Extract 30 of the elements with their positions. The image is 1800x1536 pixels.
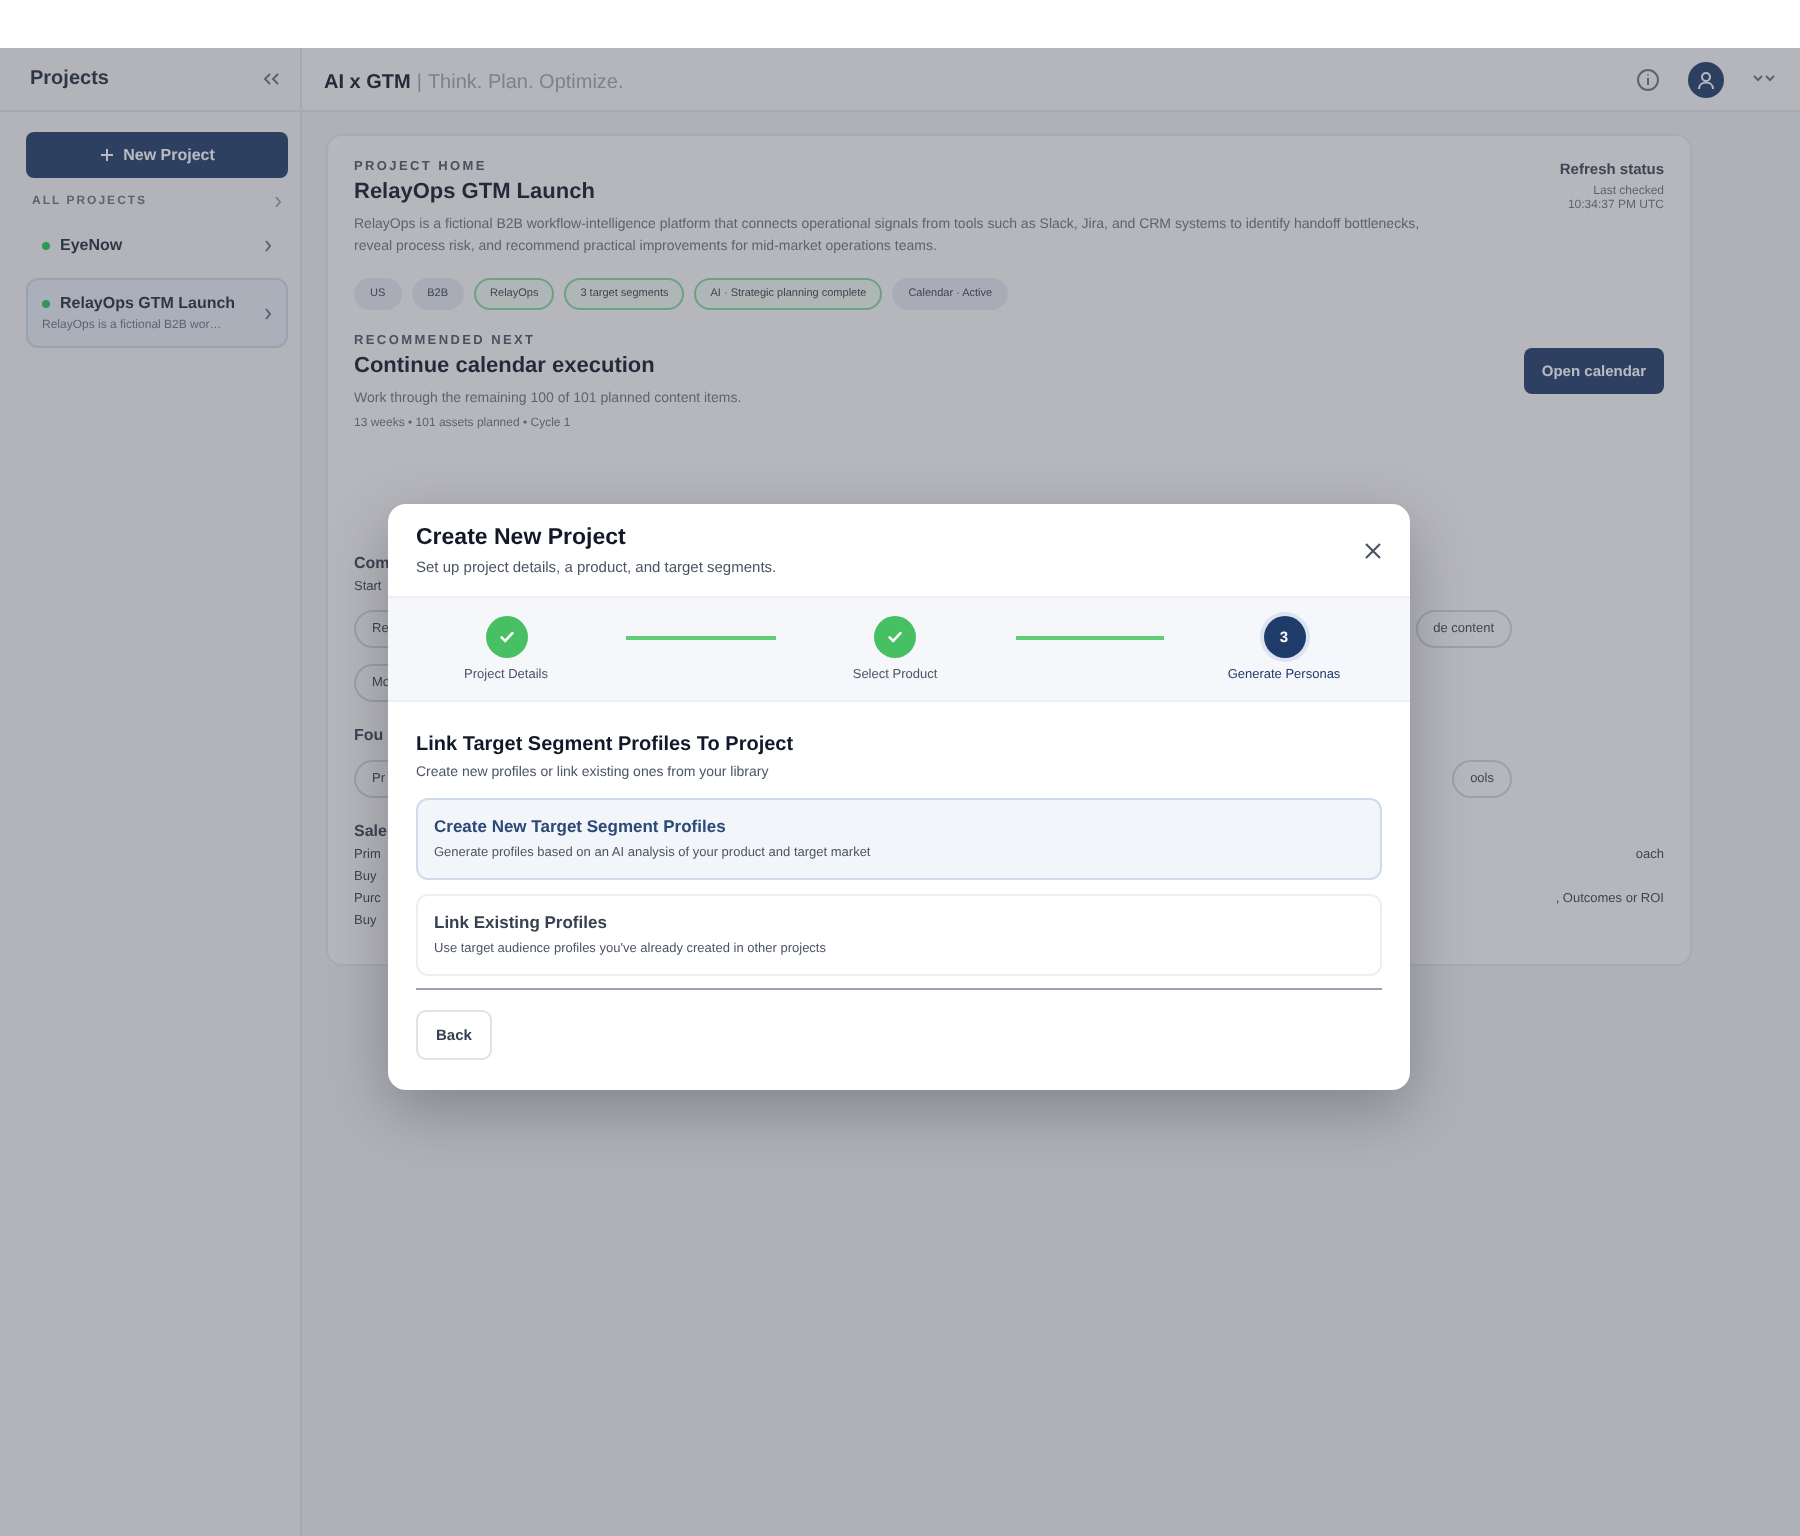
project-item[interactable]: EyeNow bbox=[26, 220, 288, 270]
chevron-icon bbox=[274, 196, 282, 208]
tagline: Think. Plan. Optimize. bbox=[427, 71, 624, 93]
collapse-icon[interactable] bbox=[262, 72, 280, 86]
sidebar-title: Projects bbox=[30, 68, 109, 90]
dialog-title: Create New Project bbox=[416, 526, 628, 550]
recommended-title: Continue calendar execution bbox=[354, 354, 657, 378]
chevron-icon bbox=[264, 307, 272, 319]
option-title: Link Existing Profiles bbox=[434, 912, 609, 932]
status-dot bbox=[42, 241, 50, 249]
brand-name: AI x GTM bbox=[324, 71, 411, 93]
project-name: EyeNow bbox=[60, 236, 123, 254]
info-icon[interactable] bbox=[1636, 67, 1660, 91]
plus-icon bbox=[99, 148, 114, 162]
caret-icon[interactable] bbox=[1752, 74, 1776, 84]
project-title: RelayOps GTM Launch bbox=[354, 180, 597, 204]
section-heading: Fou bbox=[354, 726, 384, 744]
separator: | bbox=[416, 71, 422, 93]
close-icon[interactable] bbox=[1364, 542, 1382, 560]
chevron-icon bbox=[264, 239, 272, 251]
section-heading: Com bbox=[354, 554, 390, 572]
check-icon bbox=[497, 628, 515, 646]
project-name: RelayOps GTM Launch bbox=[60, 294, 236, 312]
check-icon bbox=[886, 628, 904, 646]
option-title: Create New Target Segment Profiles bbox=[434, 816, 728, 836]
new-project-button[interactable]: New Project bbox=[26, 132, 288, 178]
user-avatar[interactable] bbox=[1688, 61, 1724, 97]
section-heading: Sale bbox=[354, 822, 387, 840]
section-title: Link Target Segment Profiles To Project bbox=[416, 734, 796, 756]
status-dot bbox=[42, 299, 50, 307]
